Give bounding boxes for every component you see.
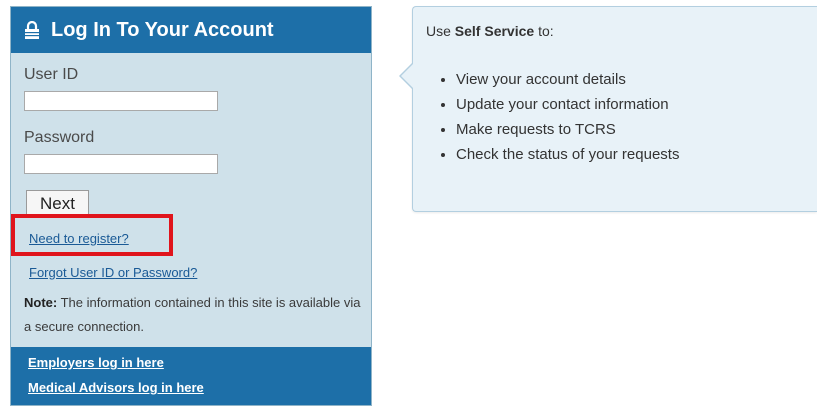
medical-advisors-login-link[interactable]: Medical Advisors log in here <box>28 380 204 395</box>
user-id-input[interactable] <box>24 91 218 111</box>
login-panel: Log In To Your Account User ID Password … <box>10 6 372 406</box>
forgot-credentials-link[interactable]: Forgot User ID or Password? <box>29 265 197 280</box>
login-footer: Employers log in here Medical Advisors l… <box>11 347 371 405</box>
list-item: View your account details <box>456 67 679 92</box>
password-label: Password <box>24 129 95 146</box>
callout-arrow-fill <box>401 63 414 89</box>
employers-login-link[interactable]: Employers log in here <box>28 355 164 370</box>
register-link[interactable]: Need to register? <box>29 231 129 246</box>
security-note: Note: The information contained in this … <box>24 291 369 339</box>
intro-suffix: to: <box>534 23 554 39</box>
self-service-intro: Use Self Service to: <box>426 23 554 39</box>
note-text: The information contained in this site i… <box>24 295 361 334</box>
login-title: Log In To Your Account <box>51 18 274 41</box>
note-label: Note: <box>24 295 58 310</box>
next-button[interactable]: Next <box>26 190 89 217</box>
user-id-label: User ID <box>24 66 79 83</box>
lock-icon <box>23 20 41 39</box>
list-item: Update your contact information <box>456 92 679 117</box>
self-service-label: Self Service <box>454 23 535 39</box>
intro-prefix: Use <box>426 23 455 39</box>
self-service-features-list: View your account details Update your co… <box>426 67 679 167</box>
self-service-info-panel: Use Self Service to: View your account d… <box>399 6 817 212</box>
list-item: Make requests to TCRS <box>456 117 679 142</box>
password-input[interactable] <box>24 154 218 174</box>
list-item: Check the status of your requests <box>456 142 679 167</box>
login-header: Log In To Your Account <box>11 7 371 53</box>
